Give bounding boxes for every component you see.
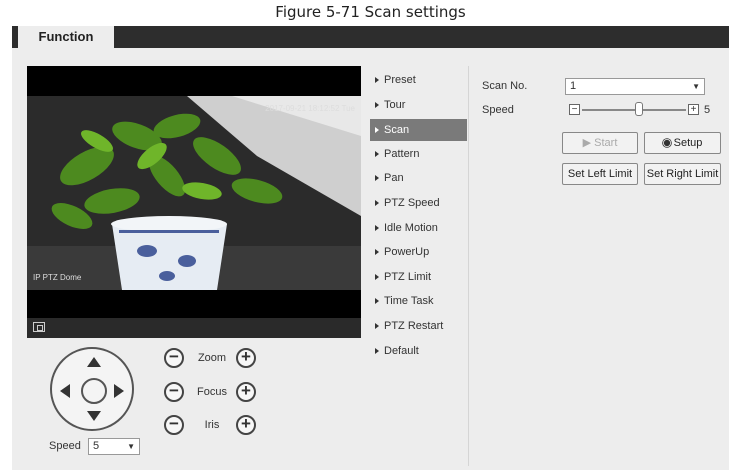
zoom-label: Zoom [197, 352, 227, 364]
menu-item-label: Default [384, 344, 419, 357]
live-video: 2017-09-21 18:12:52 Tue IP PTZ Dome [27, 66, 361, 338]
menu-divider [468, 66, 469, 466]
menu-item-label: PTZ Speed [384, 196, 440, 209]
menu-item-label: Pattern [384, 147, 420, 160]
zoom-plus-button[interactable]: + [236, 348, 256, 368]
tab-function[interactable]: Function [18, 26, 114, 49]
caret-right-icon [375, 150, 379, 157]
menu-item-pattern[interactable]: Pattern [370, 144, 467, 169]
ptz-speed-select[interactable]: 5 ▼ [88, 438, 140, 455]
focus-label: Focus [197, 386, 227, 398]
caret-right-icon [375, 224, 379, 231]
plant-image [27, 96, 361, 290]
focus-minus-button[interactable]: − [164, 382, 184, 402]
start-button[interactable]: ▶ Start [562, 132, 638, 154]
focus-plus-button[interactable]: + [236, 382, 256, 402]
iris-label: Iris [204, 419, 220, 431]
function-panel: Function 2017-09-21 18:12:52 Tue IP PTZ … [12, 26, 729, 470]
menu-item-pan[interactable]: Pan [370, 168, 467, 193]
caret-right-icon [375, 77, 379, 83]
setup-button-label: Setup [673, 137, 703, 149]
menu-item-label: Tour [384, 98, 406, 111]
menu-item-label: PowerUp [384, 246, 430, 259]
caret-right-icon [375, 322, 379, 329]
osd-timestamp: 2017-09-21 18:12:52 Tue [265, 104, 355, 113]
speed-increase-button[interactable]: + [688, 104, 699, 115]
menu-item-preset[interactable]: Preset [370, 70, 467, 95]
scan-no-value: 1 [570, 80, 577, 92]
speed-slider-track[interactable] [582, 109, 686, 111]
caret-right-icon [375, 199, 379, 206]
direction-pad [50, 347, 134, 431]
menu-item-ptz-speed[interactable]: PTZ Speed [370, 193, 467, 218]
menu-item-label: Idle Motion [384, 221, 438, 234]
menu-item-default[interactable]: Default [370, 341, 467, 366]
chevron-down-icon: ▼ [692, 82, 700, 91]
chevron-down-icon: ▼ [127, 442, 135, 451]
set-right-limit-button[interactable]: Set Right Limit [644, 163, 721, 185]
menu-item-idle-motion[interactable]: Idle Motion [370, 218, 467, 243]
caret-right-icon [375, 273, 379, 280]
function-menu: Preset Tour Scan Pattern Pan PTZ Speed Idle Mo… [370, 70, 467, 365]
scan-no-select[interactable]: 1 ▼ [565, 78, 705, 95]
auto-scan-center-button[interactable] [81, 378, 107, 404]
menu-item-label: PTZ Restart [384, 319, 444, 332]
iris-plus-button[interactable]: + [236, 415, 256, 435]
set-left-limit-button[interactable]: Set Left Limit [562, 163, 638, 185]
menu-item-ptz-restart[interactable]: PTZ Restart [370, 316, 467, 341]
menu-item-label: PTZ Limit [384, 270, 432, 283]
video-toolbar [27, 318, 361, 338]
menu-item-powerup[interactable]: PowerUp [370, 242, 467, 267]
setup-button[interactable]: Setup [644, 132, 721, 154]
scan-no-label: Scan No. [482, 80, 528, 92]
menu-item-time-task[interactable]: Time Task [370, 291, 467, 316]
ptz-speed-label: Speed [49, 440, 81, 452]
menu-item-scan[interactable]: Scan [370, 119, 467, 142]
pan-left-icon[interactable] [60, 384, 70, 398]
scan-speed-label: Speed [482, 104, 514, 116]
caret-right-icon [375, 101, 379, 108]
menu-item-tour[interactable]: Tour [370, 95, 467, 120]
menu-item-label: Pan [384, 172, 404, 185]
scan-speed-value: 5 [704, 104, 711, 116]
zoom-minus-button[interactable]: − [164, 348, 184, 368]
fullscreen-icon[interactable] [33, 322, 45, 332]
caret-right-icon [375, 249, 379, 256]
caret-right-icon [375, 347, 379, 354]
speed-slider-thumb[interactable] [635, 102, 643, 116]
ptz-speed-value: 5 [93, 440, 100, 452]
iris-minus-button[interactable]: − [164, 415, 184, 435]
menu-item-label: Scan [384, 124, 410, 137]
caret-right-icon [375, 127, 379, 134]
start-button-label: Start [594, 137, 618, 149]
pan-up-icon[interactable] [87, 357, 101, 367]
pan-right-icon[interactable] [114, 384, 124, 398]
top-tab-bar [12, 26, 729, 48]
osd-camera-name: IP PTZ Dome [33, 273, 82, 282]
speed-decrease-button[interactable]: − [569, 104, 580, 115]
gear-icon [663, 139, 670, 147]
play-icon: ▶ [582, 137, 592, 149]
menu-item-label: Time Task [384, 295, 434, 308]
figure-caption: Figure 5-71 Scan settings [275, 3, 466, 21]
menu-item-label: Preset [384, 74, 416, 86]
caret-right-icon [375, 298, 379, 305]
caret-right-icon [375, 175, 379, 182]
video-frame: 2017-09-21 18:12:52 Tue IP PTZ Dome [27, 96, 361, 290]
menu-item-ptz-limit[interactable]: PTZ Limit [370, 267, 467, 292]
pan-down-icon[interactable] [87, 411, 101, 421]
